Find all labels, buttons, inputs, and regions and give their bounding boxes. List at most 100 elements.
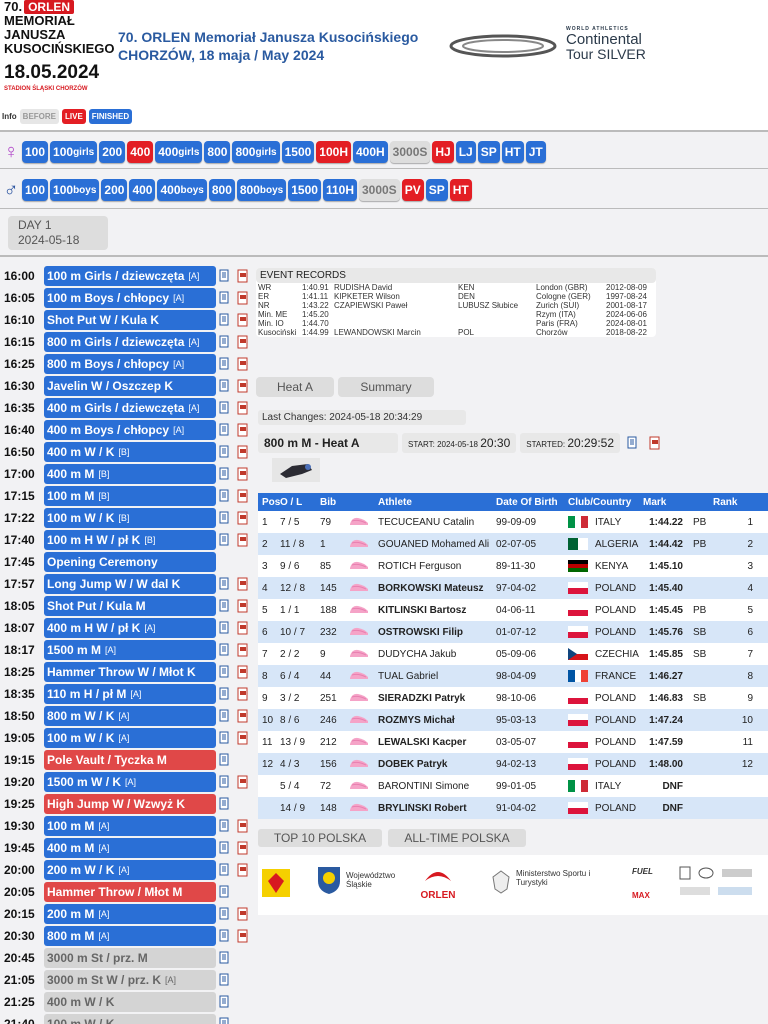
- result-row[interactable]: 5 1 / 1 188 KITLIŃSKI Bartosz 04-06-11 POLAND…: [258, 599, 768, 621]
- men-event-button[interactable]: 400 boys: [157, 179, 207, 201]
- results-pdf-icon[interactable]: [236, 731, 250, 745]
- women-event-button[interactable]: SP: [477, 141, 500, 163]
- men-event-button[interactable]: 100: [22, 179, 49, 201]
- schedule-event-button[interactable]: 100 m Boys / chłopcy [A]: [44, 288, 216, 308]
- schedule-event-button[interactable]: 1500 m W / K [A]: [44, 772, 216, 792]
- schedule-event-button[interactable]: 100 m M [A]: [44, 816, 216, 836]
- schedule-event-button[interactable]: Long Jump W / W dal K: [44, 574, 216, 594]
- women-event-button[interactable]: 400 girls: [155, 141, 203, 163]
- startlist-icon[interactable]: [219, 775, 233, 789]
- results-pdf-icon[interactable]: [236, 907, 250, 921]
- results-pdf-icon[interactable]: [236, 687, 250, 701]
- schedule-event-button[interactable]: 800 m Girls / dziewczęta [A]: [44, 332, 216, 352]
- schedule-event-button[interactable]: 100 m M [B]: [44, 486, 216, 506]
- schedule-event-button[interactable]: High Jump W / Wzwyż K: [44, 794, 216, 814]
- schedule-event-button[interactable]: 100 m H W / pł K [B]: [44, 530, 216, 550]
- result-row[interactable]: 2 11 / 8 1 GOUANED Mohamed Ali 02-07-05 ALGER…: [258, 533, 768, 555]
- startlist-icon[interactable]: [219, 577, 233, 591]
- women-event-button[interactable]: 100: [22, 141, 49, 163]
- women-event-button[interactable]: JT: [525, 141, 546, 163]
- men-event-button[interactable]: PV: [401, 179, 424, 201]
- schedule-event-button[interactable]: Hammer Throw W / Młot K: [44, 662, 216, 682]
- women-event-button[interactable]: 3000S: [389, 141, 431, 163]
- schedule-event-button[interactable]: 400 m W / K [B]: [44, 442, 216, 462]
- women-event-button[interactable]: HJ: [432, 141, 454, 163]
- tab-alltime-polska[interactable]: ALL-TIME POLSKA: [388, 829, 526, 847]
- schedule-event-button[interactable]: 100 m Girls / dziewczęta [A]: [44, 266, 216, 286]
- startlist-icon[interactable]: [219, 819, 233, 833]
- startlist-icon[interactable]: [219, 401, 233, 415]
- results-pdf-icon[interactable]: [236, 489, 250, 503]
- schedule-event-button[interactable]: 3000 m St / prz. M: [44, 948, 216, 968]
- results-pdf-icon[interactable]: [236, 929, 250, 943]
- women-event-button[interactable]: 100 girls: [50, 141, 98, 163]
- schedule-event-button[interactable]: 800 m M [A]: [44, 926, 216, 946]
- men-event-button[interactable]: SP: [425, 179, 448, 201]
- schedule-event-button[interactable]: 200 m W / K [A]: [44, 860, 216, 880]
- women-event-button[interactable]: 800: [204, 141, 231, 163]
- schedule-event-button[interactable]: 400 m W / K: [44, 992, 216, 1012]
- day-tab[interactable]: DAY 1 2024-05-18: [8, 216, 108, 250]
- startlist-icon[interactable]: [219, 423, 233, 437]
- women-event-button[interactable]: 400: [127, 141, 154, 163]
- schedule-event-button[interactable]: 400 m Boys / chłopcy [A]: [44, 420, 216, 440]
- result-row[interactable]: 4 12 / 8 145 BORKOWSKI Mateusz 97-04-02 POLAN…: [258, 577, 768, 599]
- result-row[interactable]: 9 3 / 2 251 SIERADZKI Patryk 98-10-06 POLAND 1…: [258, 687, 768, 709]
- result-row[interactable]: 7 2 / 2 9 DUDYCHA Jakub 05-09-06 CZECHIA 1:45.…: [258, 643, 768, 665]
- results-pdf-icon[interactable]: [236, 665, 250, 679]
- results-pdf-icon[interactable]: [236, 599, 250, 613]
- women-event-button[interactable]: 400H: [352, 141, 388, 163]
- result-row[interactable]: 8 6 / 4 44 TUAL Gabriel 98-04-09 FRANCE 1:46.2…: [258, 665, 768, 687]
- schedule-event-button[interactable]: 100 m W / K [A]: [44, 728, 216, 748]
- startlist-icon[interactable]: [219, 863, 233, 877]
- tab-heat-a[interactable]: Heat A: [256, 377, 334, 397]
- schedule-event-button[interactable]: Hammer Throw / Młot M: [44, 882, 216, 902]
- startlist-icon[interactable]: [219, 995, 233, 1009]
- schedule-event-button[interactable]: 400 m M [A]: [44, 838, 216, 858]
- result-row[interactable]: 1 7 / 5 79 TECUCEANU Catalin 99-09-09 ITALY 1:…: [258, 511, 768, 533]
- women-event-button[interactable]: 800 girls: [232, 141, 280, 163]
- startlist-icon[interactable]: [219, 467, 233, 481]
- schedule-event-button[interactable]: 100 m W / K [B]: [44, 508, 216, 528]
- photo-finish-thumbnail[interactable]: [272, 458, 320, 482]
- men-event-button[interactable]: 3000S: [358, 179, 400, 201]
- results-pdf-icon[interactable]: [236, 775, 250, 789]
- results-pdf-icon[interactable]: [236, 357, 250, 371]
- schedule-event-button[interactable]: 3000 m St W / prz. K [A]: [44, 970, 216, 990]
- schedule-event-button[interactable]: Javelin W / Oszczep K: [44, 376, 216, 396]
- results-pdf-icon[interactable]: [236, 313, 250, 327]
- startlist-icon[interactable]: [219, 753, 233, 767]
- result-row[interactable]: 14 / 9 148 BRYLIŃSKI Robert 91-04-02 POLAND D…: [258, 797, 768, 819]
- startlist-icon[interactable]: [219, 665, 233, 679]
- schedule-event-button[interactable]: 110 m H / pł M [A]: [44, 684, 216, 704]
- schedule-event-button[interactable]: 800 m Boys / chłopcy [A]: [44, 354, 216, 374]
- results-pdf-icon[interactable]: [236, 577, 250, 591]
- schedule-event-button[interactable]: 400 m M [B]: [44, 464, 216, 484]
- startlist-icon[interactable]: [219, 951, 233, 965]
- men-event-button[interactable]: 200: [101, 179, 128, 201]
- result-row[interactable]: 10 8 / 6 246 ROZMYS Michał 95-03-13 POLAND 1:4…: [258, 709, 768, 731]
- results-pdf-icon[interactable]: [236, 863, 250, 877]
- results-pdf-icon[interactable]: [236, 709, 250, 723]
- results-pdf-icon[interactable]: [236, 643, 250, 657]
- men-event-button[interactable]: 110H: [322, 179, 357, 201]
- result-row[interactable]: 6 10 / 7 232 OSTROWSKI Filip 01-07-12 POLAND 1…: [258, 621, 768, 643]
- startlist-icon[interactable]: [219, 599, 233, 613]
- results-pdf-icon[interactable]: [236, 621, 250, 635]
- print-icon[interactable]: [627, 436, 641, 450]
- startlist-icon[interactable]: [219, 489, 233, 503]
- startlist-icon[interactable]: [219, 731, 233, 745]
- result-row[interactable]: 5 / 4 72 BARONTINI Simone 99-01-05 ITALY DNF: [258, 775, 768, 797]
- startlist-icon[interactable]: [219, 643, 233, 657]
- startlist-icon[interactable]: [219, 973, 233, 987]
- startlist-icon[interactable]: [219, 445, 233, 459]
- results-pdf-icon[interactable]: [236, 335, 250, 349]
- women-event-button[interactable]: 200: [99, 141, 126, 163]
- startlist-icon[interactable]: [219, 797, 233, 811]
- women-event-button[interactable]: LJ: [455, 141, 476, 163]
- startlist-icon[interactable]: [219, 313, 233, 327]
- startlist-icon[interactable]: [219, 929, 233, 943]
- result-row[interactable]: 11 13 / 9 212 LEWALSKI Kacper 03-05-07 POLAND…: [258, 731, 768, 753]
- results-pdf-icon[interactable]: [236, 511, 250, 525]
- startlist-icon[interactable]: [219, 1017, 233, 1024]
